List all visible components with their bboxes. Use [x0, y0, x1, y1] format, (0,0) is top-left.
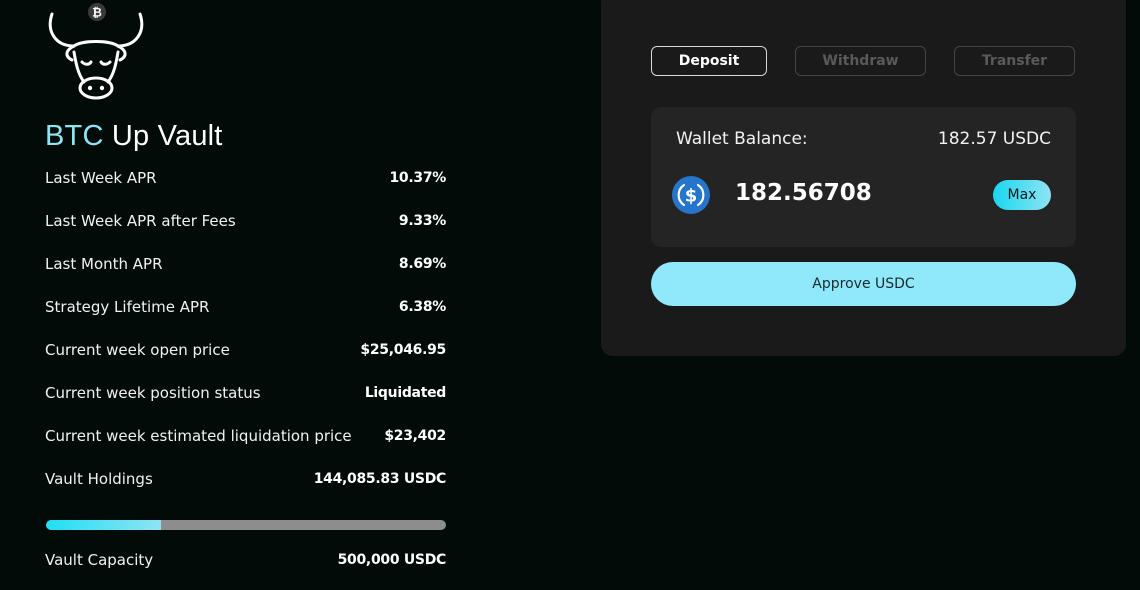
stat-row-last-week-apr: Last Week APR 10.37% [45, 168, 446, 188]
svg-text:₿: ₿ [92, 6, 102, 20]
stat-value: 500,000 USDC [337, 552, 447, 568]
stat-row-vault-capacity: Vault Capacity 500,000 USDC [45, 550, 446, 570]
stat-row-vault-holdings: Vault Holdings 144,085.83 USDC [45, 469, 446, 489]
stat-value: Liquidated [364, 385, 446, 401]
deposit-panel: Deposit Withdraw Transfer Wallet Balance… [601, 0, 1126, 356]
deposit-amount-input[interactable]: 182.56708 [735, 180, 872, 206]
stat-row-last-month-apr: Last Month APR 8.69% [45, 254, 446, 274]
stat-row-liquidation-price: Current week estimated liquidation price… [45, 426, 446, 446]
capacity-progress-bar [46, 520, 446, 530]
max-button[interactable]: Max [993, 180, 1051, 210]
title-accent: BTC [45, 120, 104, 152]
usdc-icon: $ [672, 176, 710, 214]
stat-value: $25,046.95 [360, 342, 446, 358]
bitcoin-icon: ₿ [88, 3, 106, 21]
wallet-balance-label: Wallet Balance: [676, 129, 808, 149]
stat-value: 10.37% [389, 170, 446, 186]
stat-label: Vault Holdings [45, 470, 153, 488]
wallet-balance-value: 182.57 USDC [937, 129, 1051, 149]
stat-row-last-week-apr-after-fees: Last Week APR after Fees 9.33% [45, 211, 446, 231]
bull-head-icon: ₿ [48, 3, 144, 100]
tab-withdraw[interactable]: Withdraw [795, 46, 926, 76]
stat-label: Last Week APR [45, 169, 157, 187]
title-rest: Up Vault [111, 120, 223, 152]
stat-label: Last Week APR after Fees [45, 212, 236, 230]
stat-value: 8.69% [398, 256, 446, 272]
stat-label: Current week position status [45, 384, 261, 402]
stat-label: Current week estimated liquidation price [45, 427, 352, 445]
stat-label: Last Month APR [45, 255, 163, 273]
page-title: BTC Up Vault [45, 120, 223, 153]
svg-text:$: $ [685, 186, 698, 207]
stat-value: 144,085.83 USDC [313, 471, 447, 487]
stat-row-open-price: Current week open price $25,046.95 [45, 340, 446, 360]
stat-label: Strategy Lifetime APR [45, 298, 210, 316]
stat-value: $23,402 [384, 428, 446, 444]
stat-label: Current week open price [45, 341, 230, 359]
capacity-progress-fill [46, 520, 162, 530]
stat-value: 9.33% [398, 213, 446, 229]
tab-deposit[interactable]: Deposit [651, 46, 767, 76]
tab-transfer[interactable]: Transfer [954, 46, 1075, 76]
stat-row-lifetime-apr: Strategy Lifetime APR 6.38% [45, 297, 446, 317]
wallet-balance-box: Wallet Balance: 182.57 USDC $ 182.56708 … [651, 107, 1076, 247]
stat-label: Vault Capacity [45, 551, 154, 569]
stat-value: 6.38% [398, 299, 446, 315]
stat-row-position-status: Current week position status Liquidated [45, 383, 446, 403]
approve-usdc-button[interactable]: Approve USDC [651, 262, 1076, 306]
